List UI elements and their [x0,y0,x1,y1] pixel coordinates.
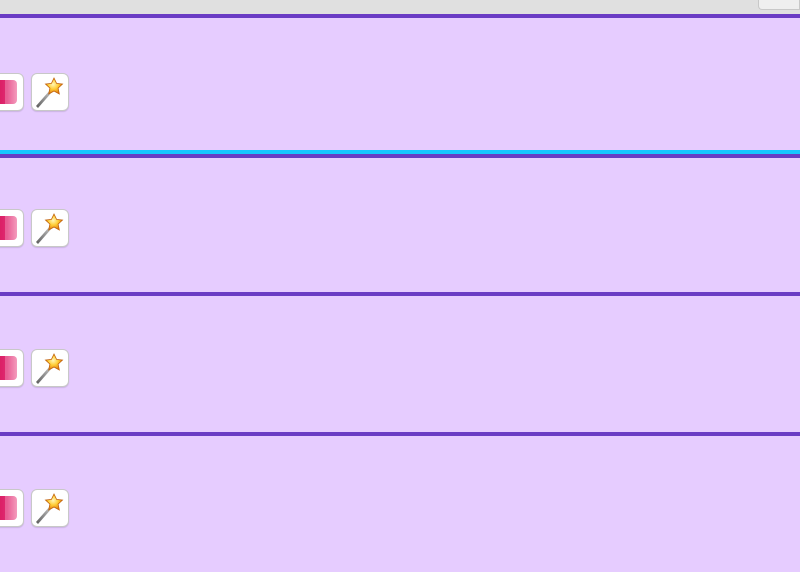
pink-swatch-button[interactable] [0,349,24,387]
pink-swatch-button[interactable] [0,73,24,111]
magic-wand-button[interactable] [31,73,69,111]
pink-swatch-button[interactable] [0,489,24,527]
top-bar [0,0,800,14]
list-row [0,432,800,572]
pink-swatch-button[interactable] [0,209,24,247]
magic-wand-button[interactable] [31,209,69,247]
pink-swatch-highlight [5,80,17,104]
corner-tab[interactable] [758,0,800,10]
pink-swatch-highlight [5,216,17,240]
list-row [0,14,800,154]
list-row-selected [0,150,800,294]
magic-wand-button[interactable] [31,489,69,527]
magic-wand-star-icon [36,493,64,524]
magic-wand-star-icon [36,77,64,108]
magic-wand-star-icon [36,353,64,384]
magic-wand-star-icon [36,213,64,244]
pink-swatch-highlight [5,356,17,380]
magic-wand-button[interactable] [31,349,69,387]
pink-swatch-highlight [5,496,17,520]
list-row [0,292,800,432]
